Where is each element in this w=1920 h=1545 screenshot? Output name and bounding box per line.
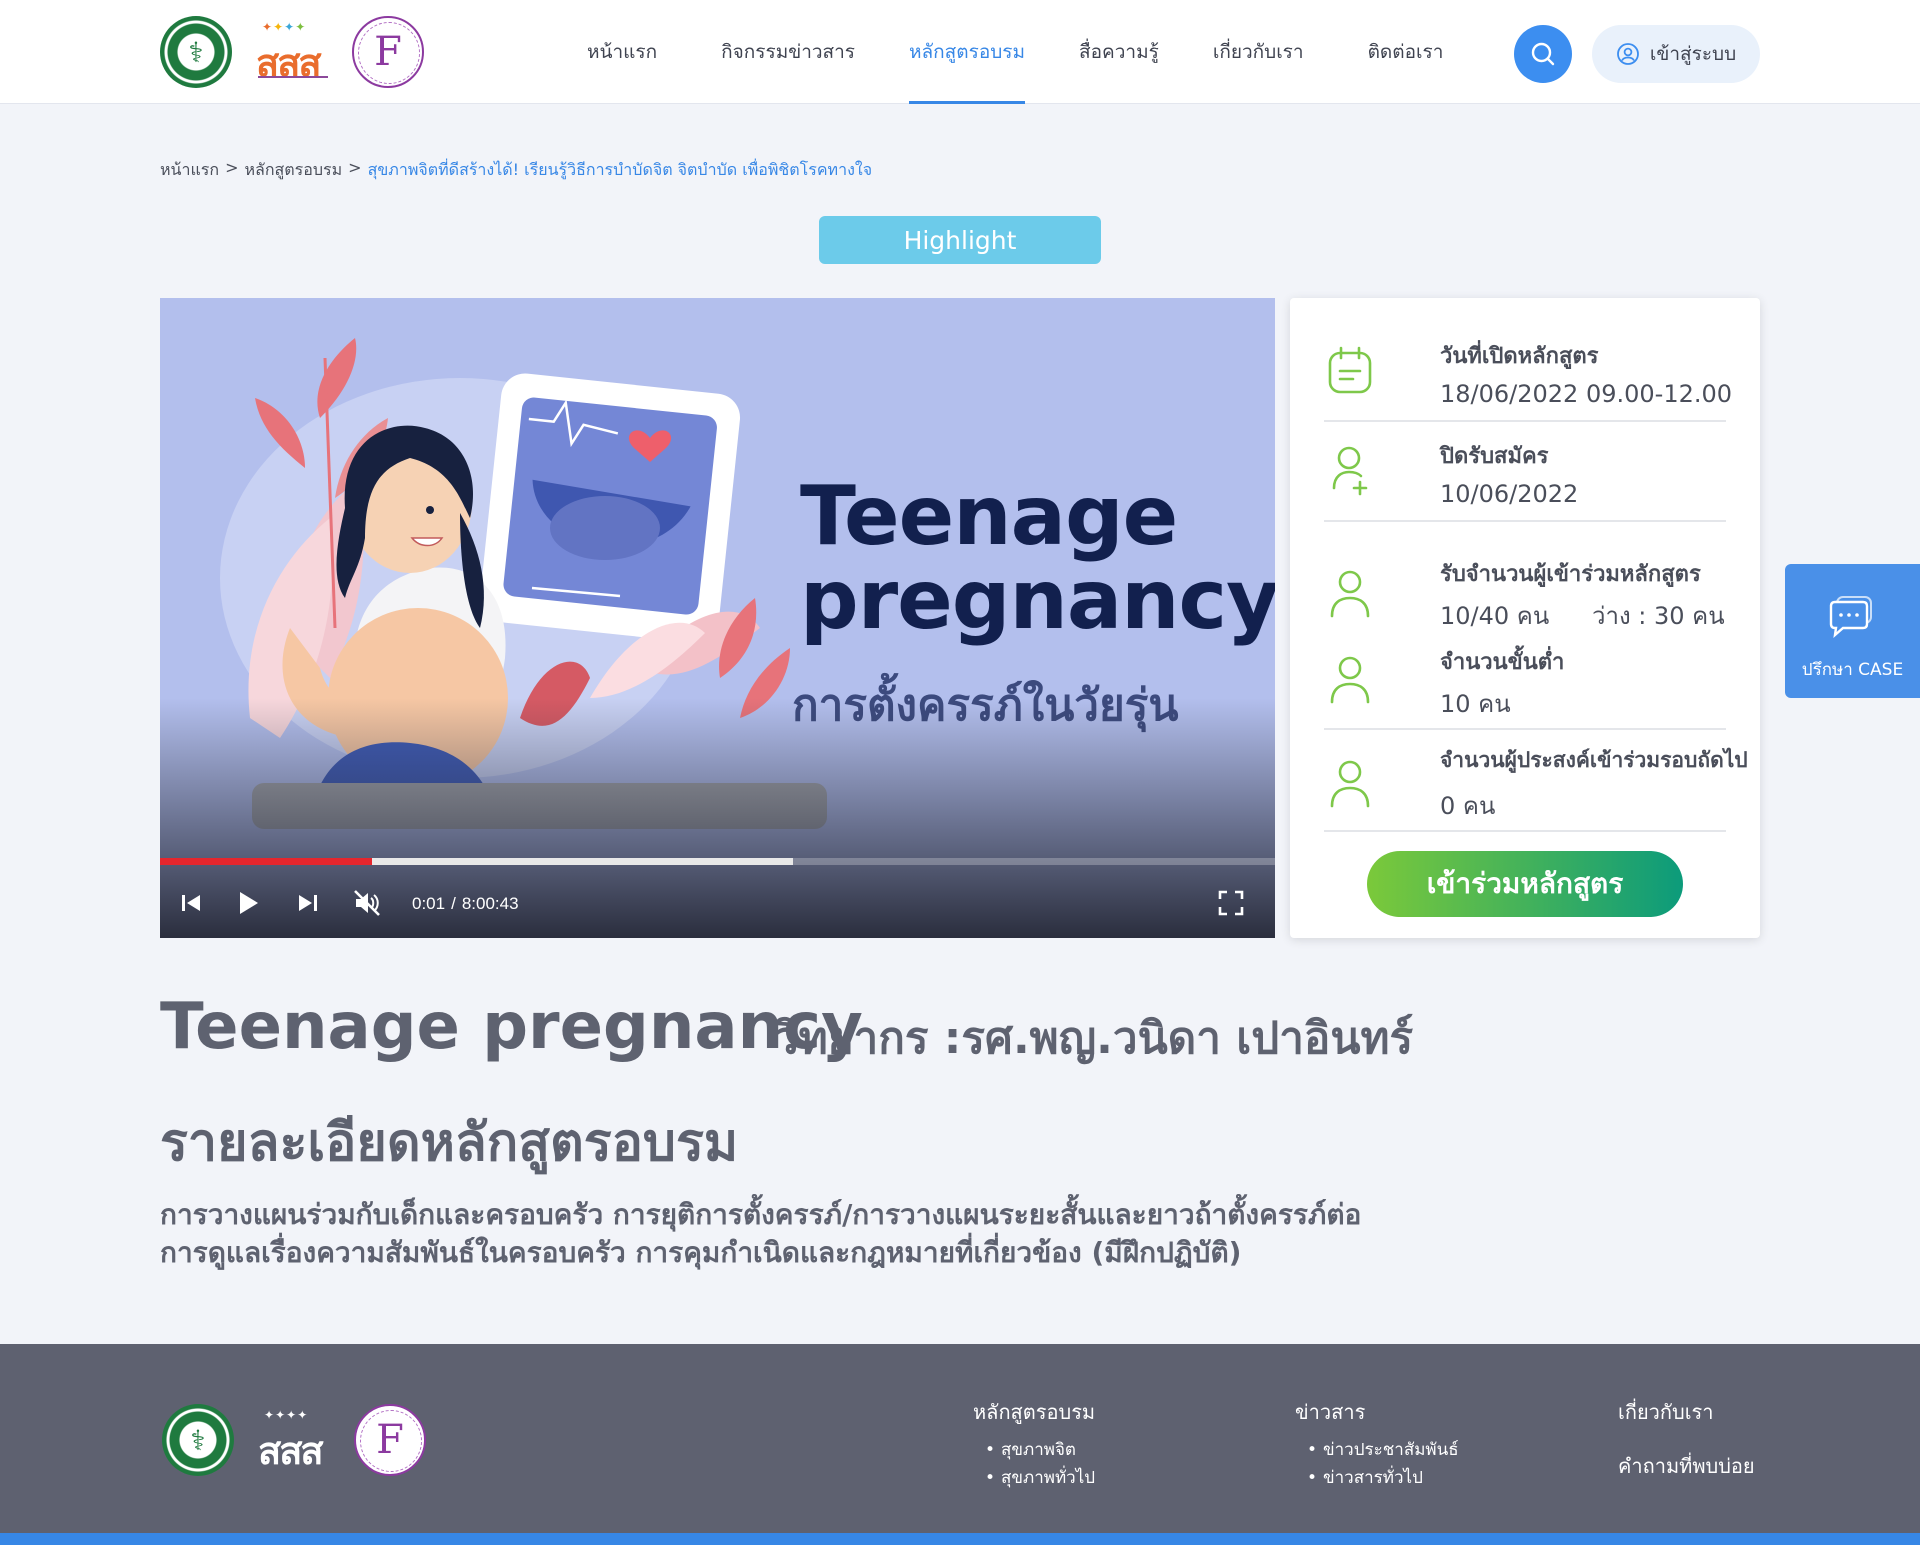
thaihealth-logo[interactable]: ✦✦✦✦ สสส [258, 1404, 330, 1476]
user-icon [1324, 568, 1376, 620]
user-add-icon [1324, 444, 1376, 496]
available-seats: ว่าง : 30 คน [1592, 602, 1725, 630]
breadcrumb-home[interactable]: หน้าแรก [160, 158, 219, 183]
footer-link-faq[interactable]: คำถามที่พบบ่อย [1618, 1450, 1755, 1482]
video-title-line2: pregnancy [800, 553, 1275, 648]
video-time-separator: / [451, 894, 456, 913]
footer-link-general-health[interactable]: สุขภาพทั่วไป [973, 1464, 1095, 1492]
nav-item-media[interactable]: สื่อความรู้ [1079, 0, 1159, 104]
volume-muted-icon [354, 890, 380, 916]
thaihealth-logo[interactable]: ✦✦✦✦ สสส [256, 16, 328, 88]
moph-logo[interactable] [162, 1404, 234, 1476]
fullscreen-icon [1218, 890, 1244, 916]
footer-heading-about[interactable]: เกี่ยวกับเรา [1618, 1396, 1755, 1428]
login-label: เข้าสู่ระบบ [1649, 43, 1737, 65]
search-button[interactable] [1514, 25, 1572, 83]
video-current-time: 0:01 [412, 894, 446, 913]
info-divider [1324, 830, 1726, 832]
site-header: ✦✦✦✦ สสส หน้าแรก กิจกรรมข่าวสาร หลักสูตร… [0, 0, 1920, 104]
fullscreen-button[interactable] [1216, 888, 1246, 918]
capacity-label: รับจำนวนผู้เข้าร่วมหลักสูตร [1440, 562, 1701, 587]
info-divider [1324, 728, 1726, 730]
minimum-label: จำนวนขั้นต่ำ [1440, 650, 1565, 675]
footer-accent-bar [0, 1533, 1920, 1545]
footer-heading-courses[interactable]: หลักสูตรอบรม [973, 1396, 1095, 1428]
waitlist-value: 0 คน [1440, 792, 1496, 820]
footer-col-courses: หลักสูตรอบรม สุขภาพจิต สุขภาพทั่วไป [973, 1396, 1095, 1492]
site-footer: ✦✦✦✦ สสส หลักสูตรอบรม สุขภาพจิต สุขภาพทั… [0, 1344, 1920, 1545]
close-date-label: ปิดรับสมัคร [1440, 444, 1549, 469]
course-details-line: การดูแลเรื่องความสัมพันธ์ในครอบครัว การค… [160, 1236, 1242, 1269]
nav-item-home[interactable]: หน้าแรก [587, 0, 657, 104]
nav-item-contact[interactable]: ติดต่อเรา [1368, 0, 1444, 104]
highlight-badge: Highlight [819, 216, 1101, 264]
video-controls: 0:01 / 8:00:43 [160, 876, 1275, 926]
breadcrumb-separator: > [225, 158, 239, 177]
minimum-row: จำนวนขั้นต่ำ 10 คน [1324, 644, 1726, 724]
footer-link-general-news[interactable]: ข่าวสารทั่วไป [1295, 1464, 1459, 1492]
close-date-row: ปิดรับสมัคร 10/06/2022 [1324, 438, 1726, 518]
course-details-line: การวางแผนร่วมกับเด็กและครอบครัว การยุติก… [160, 1198, 1362, 1231]
breadcrumb: หน้าแรก > หลักสูตรอบรม > สุขภาพจิตที่ดีส… [160, 158, 872, 183]
video-progress-bar[interactable] [160, 858, 1275, 865]
footer-col-about: เกี่ยวกับเรา คำถามที่พบบ่อย [1618, 1396, 1755, 1482]
next-button[interactable] [293, 888, 323, 918]
nav-item-courses[interactable]: หลักสูตรอบรม [909, 0, 1026, 104]
video-duration: 8:00:43 [461, 894, 519, 913]
info-divider [1324, 420, 1726, 422]
face-foundation-logo[interactable] [352, 16, 424, 88]
chat-bubble-icon [1829, 596, 1872, 639]
breadcrumb-courses[interactable]: หลักสูตรอบรม [244, 158, 342, 183]
main-nav: หน้าแรก กิจกรรมข่าวสาร หลักสูตรอบรม สื่อ… [560, 0, 1443, 104]
nav-item-about[interactable]: เกี่ยวกับเรา [1213, 0, 1304, 104]
search-icon [1531, 42, 1555, 66]
open-date-row: วันที่เปิดหลักสูตร 18/06/2022 09.00-12.0… [1324, 338, 1732, 418]
previous-button[interactable] [176, 888, 206, 918]
capacity-row: รับจำนวนผู้เข้าร่วมหลักสูตร 10/40 คน ว่า… [1324, 556, 1726, 636]
open-date-value: 18/06/2022 09.00-12.00 [1440, 380, 1733, 408]
thaihealth-wordmark: สสส [258, 1429, 324, 1473]
waitlist-row: จำนวนผู้ประสงค์เข้าร่วมรอบถัดไป 0 คน [1324, 744, 1748, 824]
video-title-line1: Teenage [800, 469, 1178, 564]
play-button[interactable] [233, 888, 263, 918]
capacity-value: 10/40 คน [1440, 602, 1550, 630]
footer-link-mental-health[interactable]: สุขภาพจิต [973, 1436, 1095, 1464]
course-details-heading: รายละเอียดหลักสูตรอบรม [160, 1113, 739, 1173]
footer-link-press-release[interactable]: ข่าวประชาสัมพันธ์ [1295, 1436, 1459, 1464]
course-speaker: วิทยากร :รศ.พญ.วนิดา เปาอินทร์ [774, 1013, 1414, 1064]
thaihealth-wordmark: สสส [256, 41, 322, 85]
video-time-display: 0:01 / 8:00:43 [412, 894, 519, 914]
skip-previous-icon [182, 895, 200, 911]
join-course-button[interactable]: เข้าร่วมหลักสูตร [1367, 851, 1683, 917]
footer-logos: ✦✦✦✦ สสส [162, 1404, 426, 1476]
footer-heading-news[interactable]: ข่าวสาร [1295, 1396, 1459, 1428]
course-info-card: วันที่เปิดหลักสูตร 18/06/2022 09.00-12.0… [1290, 298, 1760, 938]
video-player[interactable]: Teenage pregnancy การตั้งครรภ์ในวัยรุ่น [160, 298, 1275, 938]
nav-item-news-activities[interactable]: กิจกรรมข่าวสาร [721, 0, 855, 104]
minimum-value: 10 คน [1440, 690, 1511, 718]
mute-button[interactable] [352, 888, 382, 918]
breadcrumb-current[interactable]: สุขภาพจิตที่ดีสร้างได้! เรียนรู้วิธีการบ… [368, 158, 872, 183]
login-button[interactable]: เข้าสู่ระบบ [1592, 25, 1760, 83]
face-foundation-logo[interactable] [354, 1404, 426, 1476]
play-icon [240, 892, 258, 914]
waitlist-label: จำนวนผู้ประสงค์เข้าร่วมรอบถัดไป [1440, 748, 1748, 772]
footer-col-news: ข่าวสาร ข่าวประชาสัมพันธ์ ข่าวสารทั่วไป [1295, 1396, 1459, 1492]
course-title: Teenage pregnancy [160, 990, 863, 1064]
user-icon [1324, 758, 1376, 810]
header-logos: ✦✦✦✦ สสส [160, 14, 424, 90]
user-circle-icon [1616, 43, 1639, 65]
close-date-value: 10/06/2022 [1440, 480, 1579, 508]
open-date-label: วันที่เปิดหลักสูตร [1440, 344, 1599, 369]
consult-label: ปรึกษา CASE [1801, 660, 1904, 680]
info-divider [1324, 520, 1726, 522]
user-icon [1324, 654, 1376, 706]
video-played-bar [160, 858, 372, 865]
course-details-text: การวางแผนร่วมกับเด็กและครอบครัว การยุติก… [160, 1196, 1460, 1272]
consult-case-button[interactable]: ปรึกษา CASE [1785, 564, 1920, 698]
moph-logo[interactable] [160, 16, 232, 88]
breadcrumb-separator: > [348, 158, 362, 177]
skip-next-icon [299, 895, 317, 911]
calendar-icon [1324, 344, 1376, 396]
